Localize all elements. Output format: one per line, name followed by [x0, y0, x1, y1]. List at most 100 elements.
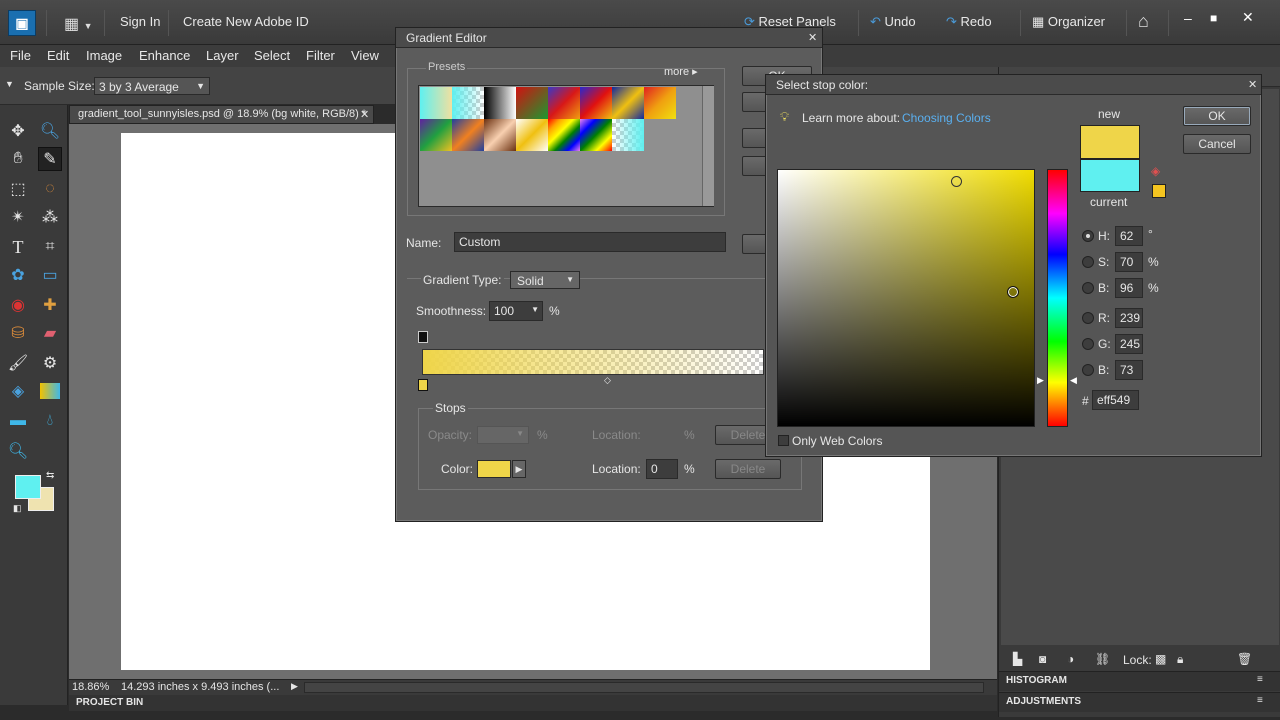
menu-select[interactable]: Select — [254, 48, 290, 63]
red-eye-tool-icon[interactable]: ◉ — [6, 293, 30, 317]
close-tab-icon[interactable]: ✕ — [360, 108, 369, 121]
color-delete-button[interactable]: Delete — [715, 459, 781, 479]
panel-menu-icon[interactable]: ≡ — [1257, 695, 1263, 706]
preset-swatch[interactable] — [612, 87, 644, 119]
maximize-icon[interactable]: ■ — [1210, 11, 1217, 25]
color-menu-arrow-icon[interactable]: ▶ — [512, 460, 526, 478]
gradient-type-select[interactable]: Solid ▼ — [510, 271, 580, 289]
web-colors-checkbox[interactable] — [778, 435, 789, 446]
gradient-name-input[interactable]: Custom — [454, 232, 726, 252]
default-colors-icon[interactable]: ◧ — [13, 503, 22, 514]
saturation-input[interactable]: 70 — [1115, 252, 1143, 272]
magic-wand-tool-icon[interactable]: ✴ — [6, 205, 30, 229]
document-tab[interactable]: gradient_tool_sunnyisles.psd @ 18.9% (bg… — [69, 105, 374, 124]
paint-bucket-tool-icon[interactable]: ◈ — [6, 379, 30, 403]
lock-all-icon[interactable]: 🔒︎ — [1177, 652, 1183, 667]
workspace-menu-icon[interactable]: ▦ ▼ — [64, 14, 92, 34]
opacity-stop-marker[interactable] — [418, 331, 428, 343]
preset-swatch[interactable] — [612, 119, 644, 151]
dialog-close-icon[interactable]: ✕ — [1248, 78, 1257, 91]
dialog-close-icon[interactable]: ✕ — [808, 31, 817, 44]
preset-swatch[interactable] — [548, 87, 580, 119]
stop-color-swatch[interactable] — [477, 460, 511, 478]
create-adobe-id-link[interactable]: Create New Adobe ID — [183, 14, 309, 29]
green-input[interactable]: 245 — [1115, 334, 1143, 354]
sponge-tool-icon[interactable]: 🔍︎ — [6, 439, 30, 463]
hue-input[interactable]: 62 — [1115, 226, 1143, 246]
new-layer-icon[interactable]: ▙ — [1013, 652, 1022, 666]
selection-circle[interactable] — [1007, 286, 1019, 298]
home-icon[interactable]: ⌂ — [1138, 11, 1149, 32]
preset-swatch[interactable] — [644, 87, 676, 119]
gradient-bar[interactable] — [422, 349, 764, 375]
preset-swatch[interactable] — [516, 87, 548, 119]
out-of-gamut-cube-icon[interactable]: ◈ — [1151, 164, 1160, 178]
preset-swatch[interactable] — [580, 87, 612, 119]
preset-swatch[interactable] — [420, 87, 452, 119]
blur-tool-icon[interactable]: 💧︎ — [38, 409, 62, 433]
menu-file[interactable]: File — [10, 48, 31, 63]
organizer-button[interactable]: ▦ Organizer — [1032, 14, 1105, 30]
clone-stamp-tool-icon[interactable]: ⛁ — [6, 321, 30, 345]
trash-icon[interactable]: 🗑︎ — [1237, 652, 1252, 666]
menu-image[interactable]: Image — [86, 48, 122, 63]
chevron-down-icon[interactable]: ▼ — [531, 305, 539, 314]
red-input[interactable]: 239 — [1115, 308, 1143, 328]
menu-view[interactable]: View — [351, 48, 379, 63]
brightness-radio[interactable] — [1082, 282, 1094, 294]
current-color-swatch[interactable] — [1080, 159, 1140, 192]
hue-slider-right-arrow-icon[interactable]: ◀ — [1070, 375, 1077, 386]
status-menu-arrow-icon[interactable]: ▶ — [291, 681, 298, 692]
tool-preset-arrow-icon[interactable]: ▼ — [5, 79, 14, 89]
move-tool-icon[interactable]: ✥ — [6, 119, 30, 143]
menu-edit[interactable]: Edit — [47, 48, 69, 63]
smart-brush-tool-icon[interactable]: ⚙ — [38, 351, 62, 375]
minimize-icon[interactable]: – — [1184, 10, 1192, 26]
preset-swatch[interactable] — [452, 87, 484, 119]
presets-scrollbar[interactable] — [702, 86, 714, 206]
saturation-radio[interactable] — [1082, 256, 1094, 268]
menu-enhance[interactable]: Enhance — [139, 48, 190, 63]
link-icon[interactable]: ⛓ — [1095, 652, 1110, 666]
hue-slider-left-arrow-icon[interactable]: ▶ — [1037, 375, 1044, 386]
gamut-color-swatch[interactable] — [1152, 184, 1166, 198]
shape-tool-icon[interactable]: ▬ — [6, 409, 30, 433]
preset-swatch[interactable] — [452, 119, 484, 151]
quick-selection-tool-icon[interactable]: ⁂ — [38, 205, 62, 229]
close-icon[interactable]: ✕ — [1242, 9, 1254, 26]
menu-filter[interactable]: Filter — [306, 48, 335, 63]
sign-in-link[interactable]: Sign In — [120, 14, 160, 29]
color-ok-button[interactable]: OK — [1183, 106, 1251, 126]
redo-button[interactable]: ↷ Redo — [946, 14, 992, 30]
straighten-tool-icon[interactable]: ▭ — [38, 263, 62, 287]
preset-swatch[interactable] — [484, 87, 516, 119]
project-bin-header[interactable]: PROJECT BIN — [69, 695, 997, 711]
adjustments-panel-header[interactable]: ADJUSTMENTS ≡ — [999, 692, 1280, 712]
lasso-tool-icon[interactable]: ◌ — [38, 177, 62, 201]
menu-layer[interactable]: Layer — [206, 48, 239, 63]
hand-tool-icon[interactable]: ✋︎ — [6, 147, 30, 171]
gradient-tool-icon[interactable] — [40, 383, 60, 399]
midpoint-marker[interactable]: ◇ — [604, 375, 611, 386]
lock-transparency-icon[interactable]: ▩ — [1155, 652, 1166, 666]
red-radio[interactable] — [1082, 312, 1094, 324]
green-radio[interactable] — [1082, 338, 1094, 350]
saturation-brightness-field[interactable] — [777, 169, 1035, 427]
color-cancel-button[interactable]: Cancel — [1183, 134, 1251, 154]
hex-input[interactable]: eff549 — [1092, 390, 1139, 410]
eraser-tool-icon[interactable]: ▰ — [38, 321, 62, 345]
hue-radio[interactable] — [1082, 230, 1094, 242]
brush-tool-icon[interactable]: 🖌︎ — [6, 351, 30, 375]
smoothness-input[interactable]: 100 ▼ — [489, 301, 543, 321]
preset-swatch[interactable] — [484, 119, 516, 151]
choosing-colors-link[interactable]: Choosing Colors — [902, 111, 991, 125]
preset-swatch[interactable] — [516, 119, 548, 151]
blue-radio[interactable] — [1082, 364, 1094, 376]
brightness-input[interactable]: 96 — [1115, 278, 1143, 298]
foreground-color-swatch[interactable] — [15, 475, 41, 499]
preset-swatch[interactable] — [580, 119, 612, 151]
preset-swatch[interactable] — [548, 119, 580, 151]
color-location-input[interactable]: 0 — [646, 459, 678, 479]
sample-size-select[interactable]: 3 by 3 Average ▼ — [94, 77, 210, 95]
marquee-tool-icon[interactable]: ⬚ — [6, 177, 30, 201]
